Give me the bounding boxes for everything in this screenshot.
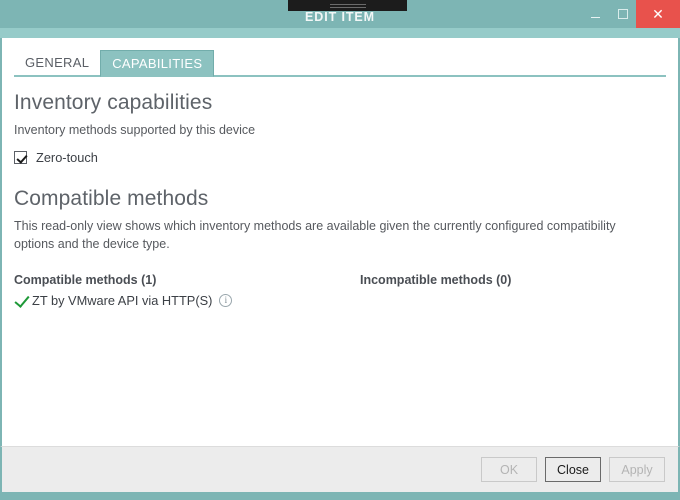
edit-item-dialog: EDIT ITEM ✕ GENERAL CAPABILITIES Invento… [0,0,680,500]
close-button[interactable]: Close [545,457,601,482]
zero-touch-label: Zero-touch [36,150,98,166]
maximize-button[interactable] [609,0,636,28]
title-bar[interactable]: EDIT ITEM ✕ [0,0,680,28]
dialog-body: GENERAL CAPABILITIES Inventory capabilit… [0,38,680,446]
compatible-methods-description: This read-only view shows which inventor… [14,219,616,252]
ok-button[interactable]: OK [481,457,537,482]
bottom-accent-strip [0,492,680,500]
incompatible-methods-column: Incompatible methods (0) [348,273,678,309]
inventory-capabilities-description: Inventory methods supported by this devi… [14,123,256,137]
title-accent-strip [0,28,680,38]
close-window-button[interactable]: ✕ [636,0,680,28]
maximize-icon [617,9,628,19]
incompatible-methods-heading: Incompatible methods (0) [360,273,512,288]
zero-touch-checkbox[interactable] [14,151,27,165]
window-controls: ✕ [582,0,680,28]
tab-strip-filler [214,50,666,77]
minimize-button[interactable] [582,0,609,28]
compatible-method-label: ZT by VMware API via HTTP(S) [32,292,213,308]
tab-general[interactable]: GENERAL [14,50,101,77]
methods-columns: Compatible methods (1) ZT by VMware API … [14,273,666,309]
apply-button[interactable]: Apply [609,457,665,482]
zero-touch-checkbox-row[interactable]: Zero-touch [14,150,666,165]
check-icon [14,293,31,307]
inventory-capabilities-title: Inventory capabilities [14,91,213,114]
overlay-black-bar [288,0,407,11]
dialog-footer: OK Close Apply [0,446,680,492]
tab-content-capabilities: Inventory capabilities Inventory methods… [2,77,678,446]
compatible-methods-heading: Compatible methods (1) [14,273,157,288]
compatible-methods-title: Compatible methods [14,187,209,211]
list-item: ZT by VMware API via HTTP(S) i [14,291,348,309]
info-icon[interactable]: i [219,293,233,307]
tab-capabilities[interactable]: CAPABILITIES [100,50,215,77]
minimize-icon [591,17,600,18]
compatible-methods-column: Compatible methods (1) ZT by VMware API … [14,273,348,309]
grip-lines-icon [329,3,366,8]
tab-strip: GENERAL CAPABILITIES [2,49,678,77]
